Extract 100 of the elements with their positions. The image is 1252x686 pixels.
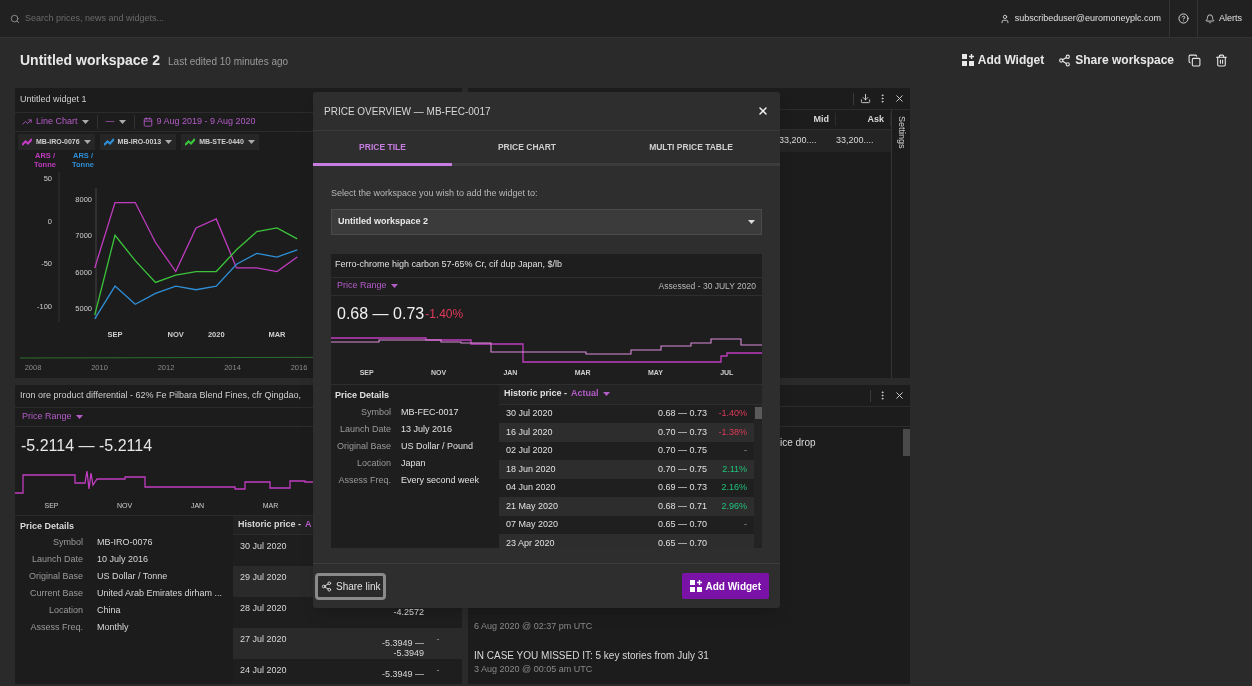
detail-label: Symbol: [52, 535, 84, 549]
news-timestamp: 3 Aug 2020 @ 00:05 am UTC: [474, 662, 593, 676]
table-cell-text: 33,200....: [779, 134, 818, 148]
line-chart-icon: [22, 117, 32, 127]
table-cell-text: 33,200....: [836, 134, 875, 148]
close-icon[interactable]: [894, 93, 905, 104]
price-range-cell-text: 0.68 — 0.71: [656, 499, 707, 513]
settings-tab[interactable]: Settings: [894, 116, 908, 378]
scrollbar-thumb[interactable]: [755, 406, 762, 419]
detail-value: 13 July 2016: [401, 423, 453, 437]
date-cell-text: 30 Jul 2020: [505, 407, 554, 420]
change-cell-text: -: [744, 518, 747, 531]
detail-value: Every second week: [401, 474, 480, 488]
close-icon[interactable]: [894, 390, 905, 401]
scrollbar-thumb[interactable]: [903, 429, 910, 456]
search-field[interactable]: Search prices, news and widgets...: [25, 11, 405, 26]
share-workspace-button[interactable]: Share workspace: [1058, 51, 1174, 69]
download-icon[interactable]: [860, 93, 871, 104]
detail-value: 10 July 2016: [97, 552, 149, 566]
alerts-button[interactable]: Alerts: [1198, 11, 1242, 26]
date-range-picker[interactable]: 9 Aug 2019 - 9 Aug 2020: [142, 115, 256, 129]
date-cell-text: 21 May 2020: [505, 499, 560, 513]
caret-icon: [390, 284, 398, 288]
detail-value: Monthly: [97, 620, 129, 634]
date-cell-text: 23 Apr 2020: [505, 536, 556, 548]
date-cell-text: 18 Jun 2020: [505, 462, 557, 476]
news-timestamp: 6 Aug 2020 @ 02:37 pm UTC: [474, 620, 593, 633]
price-range-cell-text: -4.2572: [392, 607, 424, 617]
price-range-cell-text: 0.65 — 0.70: [656, 518, 707, 531]
dialog-tab[interactable]: PRICE CHART: [452, 131, 602, 166]
date-cell-text: 16 Jul 2020: [505, 425, 554, 439]
details-title: Price Details: [335, 388, 391, 402]
detail-label: Assess Freq.: [337, 474, 392, 488]
date-cell-text: 07 May 2020: [505, 518, 560, 531]
price-range-cell-text: 0.65 — 0.70: [656, 536, 707, 548]
price-range-dropdown[interactable]: Price Range: [22, 410, 83, 424]
date-cell-text: 24 Jul 2020: [239, 664, 288, 677]
workspace-prompt: Select the workspace you wish to add the widget to:: [331, 187, 539, 200]
chart-type-dropdown[interactable]: Line Chart: [22, 115, 89, 129]
price-change: -1.40%: [425, 305, 464, 323]
date-cell-text: 29 Jul 2020: [239, 571, 288, 584]
detail-label: Assess Freq.: [29, 620, 84, 634]
add-widget-button[interactable]: Add Widget: [961, 51, 1045, 69]
widget-title: Iron ore product differential - 62% Fe Pilbara Blend Fines, cfr Qingdao,: [20, 389, 301, 403]
copy-button[interactable]: [1188, 53, 1201, 67]
dialog-title: PRICE OVERVIEW — MB-FEC-0017: [324, 104, 491, 119]
detail-value: US Dollar / Tonne: [97, 569, 168, 583]
detail-value: MB-FEC-0017: [401, 406, 459, 420]
news-headline[interactable]: ice drop: [780, 435, 816, 450]
assessed-date: Assessed - 30 JULY 2020: [658, 279, 756, 293]
detail-value: Japan: [401, 457, 426, 471]
change-cell-text: -: [436, 633, 440, 646]
bell-icon: [1205, 13, 1215, 24]
dialog-tab[interactable]: PRICE TILE: [313, 131, 452, 166]
detail-label: Launch Date: [30, 552, 84, 566]
historic-mode-dropdown[interactable]: A: [305, 518, 312, 532]
change-cell-text: -1.40%: [718, 407, 747, 420]
historic-mode-dropdown[interactable]: Actual: [571, 387, 610, 401]
price-range-value: -5.2114 — -5.2114: [21, 436, 153, 456]
price-range-cell-text: -5.3949 — -5.3949: [380, 638, 424, 658]
column-header[interactable]: Ask: [836, 112, 891, 127]
user-account-button[interactable]: subscribeduser@euromoneyplc.com: [999, 11, 1169, 26]
share-icon: [321, 580, 332, 592]
date-cell-text: 04 Jun 2020: [505, 481, 557, 494]
date-cell-text: 02 Jul 2020: [505, 444, 554, 457]
date-cell-text: 30 Jul 2020: [239, 540, 288, 553]
grid-plus-icon: [689, 580, 702, 592]
close-button[interactable]: [757, 105, 769, 117]
line-style-dropdown[interactable]: —: [105, 115, 126, 129]
caret-icon: [83, 140, 91, 144]
detail-label: Symbol: [360, 406, 392, 420]
workspace-select[interactable]: Untitled workspace 2: [331, 208, 762, 235]
caret-icon: [118, 120, 126, 124]
detail-label: Launch Date: [338, 423, 392, 437]
share-link-button[interactable]: Share link: [315, 572, 387, 600]
grid-plus-icon: [961, 54, 974, 66]
historic-price-title: Historic price -: [504, 387, 568, 401]
change-cell: 2.96%: [721, 499, 747, 513]
dialog-tab[interactable]: MULTI PRICE TABLE: [602, 131, 780, 166]
details-title: Price Details: [20, 520, 76, 533]
detail-label: Original Base: [27, 569, 84, 583]
price-range-cell-text: 0.70 — 0.75: [656, 444, 707, 457]
caret-icon: [81, 120, 89, 124]
caret-icon: [75, 415, 83, 419]
detail-label: Original Base: [335, 440, 392, 454]
caret-icon: [748, 219, 755, 224]
price-range-cell-text: -5.3949 —: [380, 669, 424, 679]
delete-button[interactable]: [1215, 53, 1228, 67]
share-icon: [1058, 53, 1072, 67]
news-headline[interactable]: IN CASE YOU MISSED IT: 5 key stories from July 31: [474, 647, 709, 663]
date-cell-text: 27 Jul 2020: [239, 633, 288, 646]
change-cell: -1.38%: [718, 425, 747, 439]
detail-label: Location: [47, 603, 84, 617]
historic-price-title: Historic price -: [238, 518, 302, 532]
workspace-title: Untitled workspace 2: [20, 50, 161, 70]
price-range-cell-text: 0.69 — 0.73: [656, 481, 707, 494]
price-range-dropdown[interactable]: Price Range: [337, 279, 398, 293]
add-widget-button[interactable]: Add Widget: [681, 573, 769, 599]
detail-value: MB-IRO-0076: [97, 535, 153, 549]
change-cell: 2.11%: [722, 462, 747, 476]
